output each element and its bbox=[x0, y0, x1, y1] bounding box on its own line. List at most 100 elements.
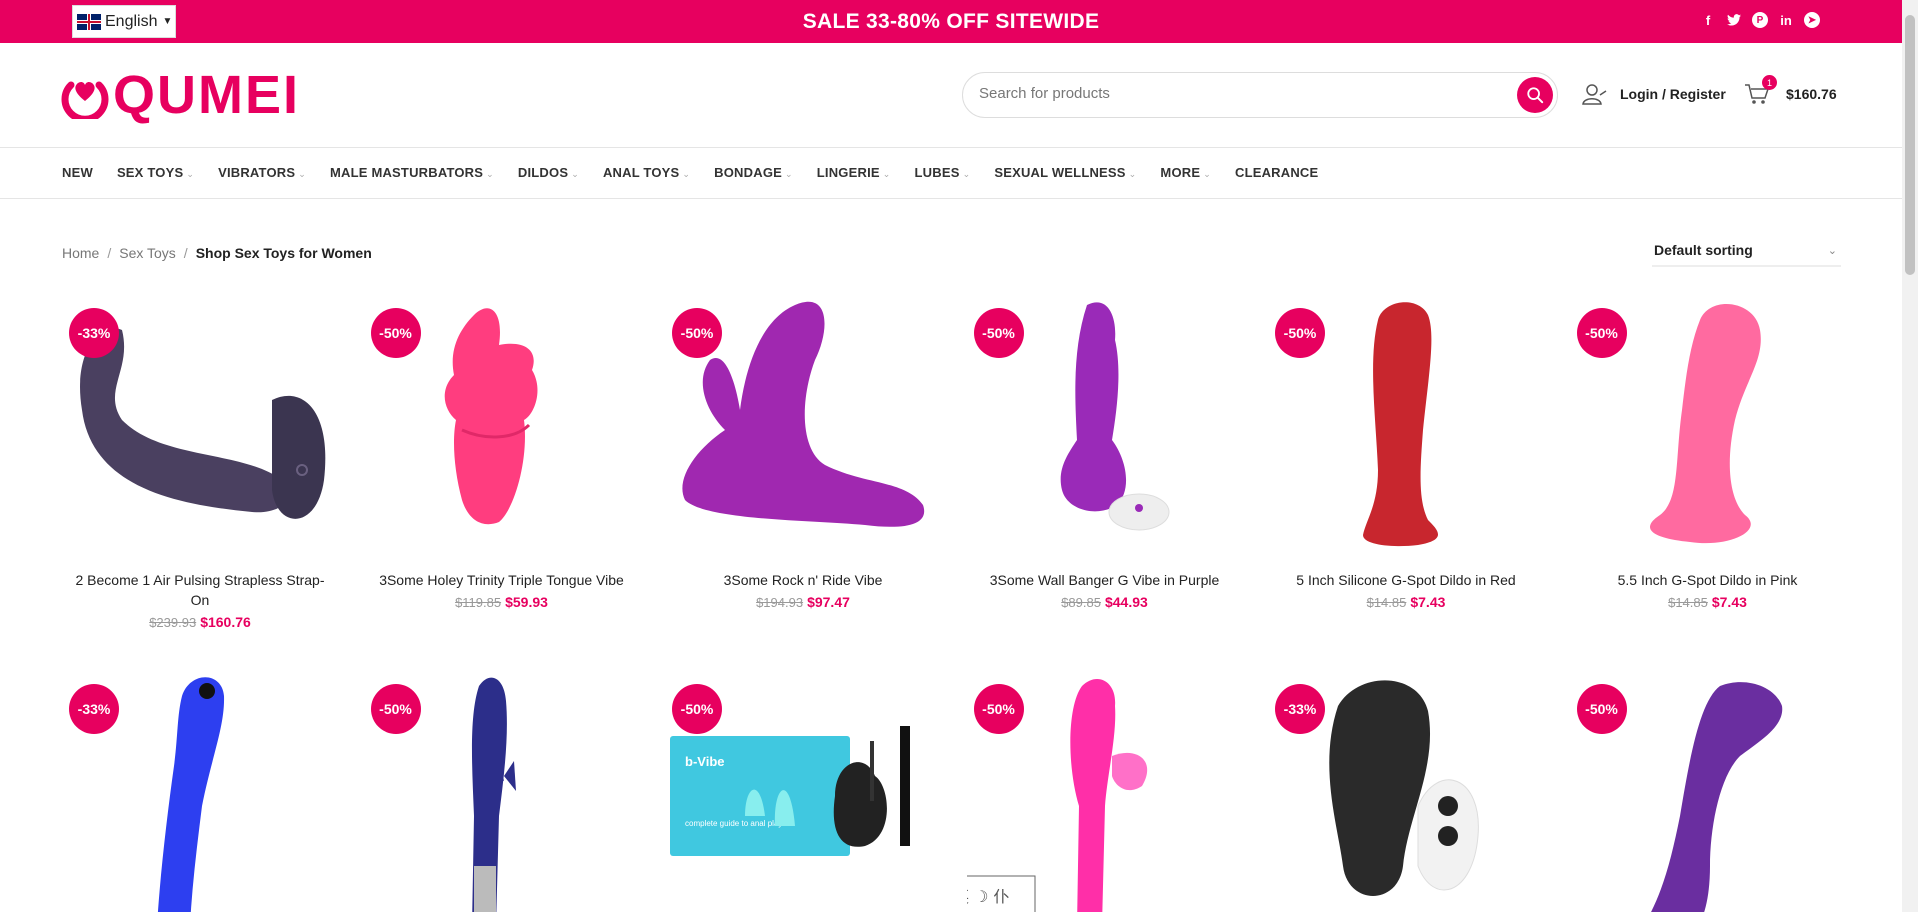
original-price: $14.85 bbox=[1366, 595, 1407, 610]
nav-item-label: DILDOS bbox=[517, 165, 569, 180]
telegram-icon[interactable]: ➤ bbox=[1804, 12, 1820, 28]
sale-price: $7.43 bbox=[1711, 594, 1747, 610]
twitter-icon[interactable] bbox=[1726, 12, 1742, 28]
product-title[interactable]: 2 Become 1 Air Pulsing Strapless Strap-O… bbox=[62, 570, 338, 610]
discount-badge: -50% bbox=[672, 308, 722, 358]
nav-item-label: NEW bbox=[62, 165, 93, 180]
product-title[interactable]: 5 Inch Silicone G-Spot Dildo in Red bbox=[1268, 570, 1544, 590]
nav-item-sex-toys[interactable]: SEX TOYS ⌄ bbox=[117, 165, 194, 180]
original-price: $119.85 bbox=[455, 595, 502, 610]
site-logo[interactable]: QUMEI bbox=[61, 68, 300, 122]
chevron-down-icon: ⌄ bbox=[962, 169, 971, 179]
main-navigation: NEW SEX TOYS ⌄ VIBRATORS ⌄ MALE MASTURBATORS ⌄… bbox=[0, 147, 1902, 199]
sale-price: $7.43 bbox=[1410, 594, 1446, 610]
discount-badge: -50% bbox=[672, 684, 722, 734]
page-scrollbar[interactable] bbox=[1902, 0, 1918, 912]
product-title[interactable]: 3Some Wall Banger G Vibe in Purple bbox=[967, 570, 1243, 590]
discount-badge: -50% bbox=[1275, 308, 1325, 358]
nav-item-bondage[interactable]: BONDAGE ⌄ bbox=[714, 165, 793, 180]
chevron-down-icon: ⌄ bbox=[785, 169, 793, 179]
svg-text:b-Vibe: b-Vibe bbox=[685, 754, 725, 769]
watermark-stamp: 英 ☽ 仆 bbox=[967, 887, 1010, 906]
product-title[interactable]: 3Some Rock n' Ride Vibe bbox=[665, 570, 941, 590]
nav-item-new[interactable]: NEW bbox=[62, 165, 93, 180]
discount-badge: -50% bbox=[973, 308, 1024, 358]
nav-item-dildos[interactable]: DILDOS ⌄ bbox=[518, 165, 579, 180]
nav-item-lingerie[interactable]: LINGERIE ⌄ bbox=[817, 165, 891, 180]
original-price: $89.85 bbox=[1061, 595, 1101, 610]
product-card[interactable]: -50% bbox=[364, 666, 640, 912]
breadcrumb-current: Shop Sex Toys for Women bbox=[195, 245, 372, 261]
discount-badge: -50% bbox=[370, 684, 421, 734]
account-link[interactable]: Login / Register bbox=[1582, 83, 1726, 105]
product-title[interactable]: 5.5 Inch G-Spot Dildo in Pink bbox=[1570, 570, 1846, 590]
nav-item-sexual-wellness[interactable]: SEXUAL WELLNESS ⌄ bbox=[994, 165, 1136, 180]
chevron-down-icon: ⌄ bbox=[1128, 169, 1137, 179]
product-image[interactable]: -50% bbox=[665, 290, 941, 570]
chevron-down-icon: ⌄ bbox=[298, 169, 306, 179]
product-image[interactable]: 英 ☽ 仆 -50% bbox=[966, 666, 1243, 912]
cart-count-badge: 1 bbox=[1762, 75, 1777, 90]
discount-badge: -33% bbox=[69, 684, 119, 734]
product-card[interactable]: -50% 3Some Wall Banger G Vibe in Purple $8… bbox=[967, 290, 1243, 610]
product-card[interactable]: -50% 3Some Holey Trinity Triple Tongue Vi… bbox=[364, 290, 640, 610]
nav-item-lubes[interactable]: LUBES ⌄ bbox=[915, 165, 971, 180]
facebook-icon[interactable]: f bbox=[1700, 12, 1716, 28]
product-title[interactable]: 3Some Holey Trinity Triple Tongue Vibe bbox=[364, 570, 640, 590]
product-image[interactable]: -50% bbox=[364, 666, 640, 912]
product-card[interactable]: -50% bbox=[1570, 666, 1846, 912]
linkedin-icon[interactable]: in bbox=[1778, 12, 1794, 28]
product-image[interactable]: b-Vibe complete guide to anal play -50% bbox=[665, 666, 941, 912]
cart-link[interactable]: 1 $160.76 bbox=[1744, 75, 1837, 105]
product-card[interactable]: -33% bbox=[62, 666, 338, 912]
product-card[interactable]: -33% bbox=[1268, 666, 1544, 912]
product-image[interactable]: -33% bbox=[62, 666, 338, 912]
chevron-down-icon: ⌄ bbox=[571, 169, 579, 179]
logo-text: QUMEI bbox=[113, 65, 301, 125]
sale-price: $97.47 bbox=[807, 594, 850, 610]
nav-item-label: BONDAGE bbox=[714, 165, 783, 180]
nav-item-label: MORE bbox=[1160, 165, 1201, 180]
product-card[interactable]: b-Vibe complete guide to anal play -50% bbox=[665, 666, 941, 912]
product-image[interactable]: -50% bbox=[1570, 666, 1846, 912]
nav-item-vibrators[interactable]: VIBRATORS ⌄ bbox=[218, 165, 306, 180]
logo-heart-icon bbox=[61, 71, 109, 119]
social-links: f P in ➤ bbox=[1700, 12, 1820, 28]
nav-item-more[interactable]: MORE ⌄ bbox=[1160, 165, 1211, 180]
product-image[interactable]: -50% bbox=[1268, 290, 1544, 570]
product-price: $89.85 $44.93 bbox=[967, 594, 1243, 610]
breadcrumb-sex-toys[interactable]: Sex Toys bbox=[119, 245, 176, 261]
nav-item-label: LUBES bbox=[914, 165, 960, 180]
nav-item-label: SEXUAL WELLNESS bbox=[994, 165, 1126, 180]
product-card[interactable]: -33% 2 Become 1 Air Pulsing Strapless Str… bbox=[62, 290, 338, 630]
search-bar bbox=[962, 72, 1558, 118]
product-image[interactable]: -33% bbox=[62, 290, 338, 570]
product-card[interactable]: -50% 5.5 Inch G-Spot Dildo in Pink $14.85 $… bbox=[1570, 290, 1846, 610]
scrollbar-thumb[interactable] bbox=[1905, 15, 1915, 275]
product-image[interactable]: -50% bbox=[967, 290, 1243, 570]
nav-item-male-masturbators[interactable]: MALE MASTURBATORS ⌄ bbox=[330, 165, 494, 180]
chevron-down-icon: ⌄ bbox=[486, 169, 494, 179]
product-image[interactable]: -50% bbox=[364, 290, 640, 570]
product-image[interactable]: -33% bbox=[1268, 666, 1544, 912]
sort-select[interactable]: Default sorting ⌄ bbox=[1652, 242, 1841, 267]
sort-selected-value: Default sorting bbox=[1654, 242, 1753, 258]
product-card[interactable]: 英 ☽ 仆 -50% bbox=[966, 666, 1243, 912]
search-button[interactable] bbox=[1517, 77, 1553, 113]
breadcrumb-home[interactable]: Home bbox=[62, 245, 99, 261]
product-price: $14.85 $7.43 bbox=[1268, 594, 1544, 610]
search-input[interactable] bbox=[979, 85, 1479, 102]
sale-banner-text: SALE 33-80% OFF SITEWIDE bbox=[802, 10, 1100, 33]
promo-topbar: English ▼ SALE 33-80% OFF SITEWIDE f P i… bbox=[0, 0, 1902, 43]
pinterest-icon[interactable]: P bbox=[1752, 12, 1768, 28]
discount-badge: -33% bbox=[69, 308, 119, 358]
product-card[interactable]: -50% 5 Inch Silicone G-Spot Dildo in Red $… bbox=[1268, 290, 1544, 610]
product-price: $239.93 $160.76 bbox=[62, 614, 338, 630]
nav-item-clearance[interactable]: CLEARANCE bbox=[1235, 165, 1318, 180]
breadcrumb: Home / Sex Toys / Shop Sex Toys for Women bbox=[62, 245, 372, 261]
original-price: $14.85 bbox=[1668, 595, 1708, 610]
product-card[interactable]: -50% 3Some Rock n' Ride Vibe $194.93 $97.47 bbox=[665, 290, 941, 610]
product-image[interactable]: -50% bbox=[1570, 290, 1846, 570]
chevron-down-icon: ⌄ bbox=[682, 169, 691, 179]
nav-item-anal-toys[interactable]: ANAL TOYS ⌄ bbox=[603, 165, 690, 180]
